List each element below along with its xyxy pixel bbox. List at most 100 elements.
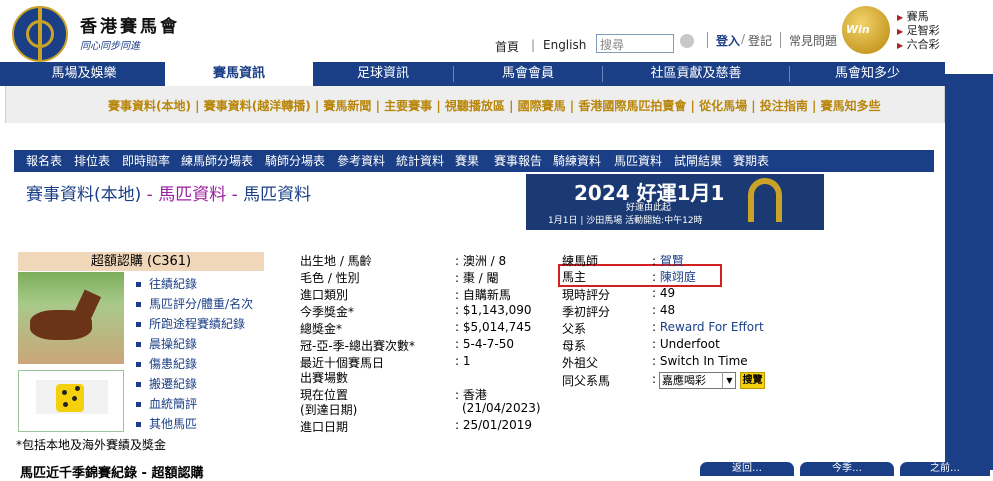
bottom-button-previous[interactable]: 之前… — [900, 462, 990, 476]
breadcrumb-separator: - — [231, 185, 238, 205]
horse-link-other-horses[interactable]: 其他馬匹 — [136, 415, 197, 432]
info-value-text: 香港 — [462, 388, 487, 402]
info-label: 出賽場數 — [300, 371, 349, 385]
breadcrumb-current: 馬匹資料 — [243, 185, 312, 205]
tab-jockey-trainer[interactable]: 騎練資料 — [553, 150, 601, 172]
bullet-icon — [136, 362, 141, 367]
triangle-icon: ▶ — [897, 41, 904, 50]
horse-link-veterinary[interactable]: 傷患紀錄 — [136, 355, 197, 372]
bottom-button-back[interactable]: 返回… — [700, 462, 794, 476]
info-label: 同父系馬 — [562, 374, 611, 388]
win-logo-text: Win — [846, 23, 870, 36]
trainer-link[interactable]: 賀賢 — [660, 254, 684, 268]
breadcrumb-separator: - — [146, 185, 153, 205]
link-separator: / — [741, 32, 746, 46]
info-value: : 自購新馬 — [455, 288, 511, 302]
owner-link[interactable]: 陳翊庭 — [660, 270, 696, 284]
tab-trainer-entries[interactable]: 練馬師分場表 — [181, 150, 253, 172]
silks-dot — [72, 396, 77, 401]
info-value: : 48 — [652, 303, 676, 317]
nav-item-about[interactable]: 馬會知多少 — [790, 62, 945, 86]
info-value-text: 48 — [659, 303, 676, 317]
nav-item-racing-info[interactable]: 賽馬資訊 — [165, 62, 313, 86]
triangle-icon: ▶ — [897, 13, 904, 22]
info-label: 今季獎金* — [300, 305, 355, 319]
search-input[interactable]: 搜尋 — [596, 34, 674, 53]
bottom-button-season[interactable]: 今季… — [800, 462, 894, 476]
prize-note: *包括本地及海外賽績及獎金 — [16, 438, 167, 452]
sire-value: : Reward For Effort — [652, 320, 764, 334]
tab-trial-results[interactable]: 試閘結果 — [674, 150, 722, 172]
divider — [780, 32, 781, 48]
sub-nav-links[interactable]: 賽事資料(本地) | 賽事資料(越洋轉播) | 賽馬新聞 | 主要賽事 | 視聽… — [108, 97, 881, 114]
faq-link[interactable]: 常見問題 — [789, 32, 837, 49]
horse-link-pedigree[interactable]: 血統簡評 — [136, 395, 197, 412]
info-value: : 澳洲 / 8 — [455, 254, 507, 268]
silks-dot — [75, 386, 80, 391]
info-label: 母系 — [562, 339, 587, 353]
info-label: 進口類別 — [300, 288, 349, 302]
divider — [707, 32, 708, 48]
info-value-text: 澳洲 / 8 — [462, 254, 507, 268]
horse-link-label: 馬匹評分/體重/名次 — [149, 297, 254, 311]
info-value-text: 自購新馬 — [462, 288, 511, 302]
org-name: 香港賽馬會 — [80, 17, 180, 37]
search-icon[interactable] — [680, 34, 694, 48]
horse-link-form-record[interactable]: 往績紀錄 — [136, 275, 197, 292]
info-label: 外祖父 — [562, 356, 599, 370]
section-heading: 馬匹近千季錦賽紀錄 - 超額認購 — [20, 466, 204, 481]
tab-racecard[interactable]: 排位表 — [74, 150, 110, 172]
info-value: : 25/01/2019 — [455, 418, 533, 432]
triangle-icon: ▶ — [897, 27, 904, 36]
tab-jockey-entries[interactable]: 騎師分場表 — [265, 150, 325, 172]
login-link[interactable]: 登入 — [716, 32, 740, 49]
bet-link-marksix[interactable]: ▶ 六合彩 — [897, 36, 940, 52]
horse-link-label: 所跑途程賽績紀錄 — [149, 317, 246, 331]
horse-link-rating[interactable]: 馬匹評分/體重/名次 — [136, 295, 253, 312]
info-value: : 5-4-7-50 — [455, 337, 515, 351]
tab-fixtures[interactable]: 賽期表 — [733, 150, 769, 172]
horse-link-label: 往績紀錄 — [149, 277, 198, 291]
silks-dot — [62, 390, 67, 395]
tab-entries[interactable]: 報名表 — [26, 150, 62, 172]
info-label: 父系 — [562, 322, 587, 336]
tab-horse-info[interactable]: 馬匹資料 — [614, 150, 662, 172]
tab-race-report[interactable]: 賽事報告 — [494, 150, 542, 172]
tab-results[interactable]: 賽果 — [455, 150, 479, 172]
tab-statistics[interactable]: 統計資料 — [396, 150, 444, 172]
horse-link-label: 搬遷紀錄 — [149, 377, 198, 391]
info-label: 練馬師 — [562, 254, 599, 268]
sire-link[interactable]: Reward For Effort — [660, 320, 764, 334]
horse-link-trackwork[interactable]: 晨操紀錄 — [136, 335, 197, 352]
info-value: : 棗 / 閹 — [455, 271, 499, 285]
nav-item-membership[interactable]: 馬會會員 — [454, 62, 602, 86]
owner-value: : 陳翊庭 — [652, 270, 696, 284]
nav-item-entertainment[interactable]: 馬場及娛樂 — [5, 62, 163, 86]
info-label: 進口日期 — [300, 420, 349, 434]
tab-reference[interactable]: 參考資料 — [337, 150, 385, 172]
breadcrumb-horse-info[interactable]: 馬匹資料 — [158, 185, 226, 205]
info-value: (21/04/2023) — [462, 401, 541, 415]
register-link[interactable]: 登記 — [748, 32, 772, 49]
hkjc-logo-bar — [38, 8, 42, 60]
nav-item-football-info[interactable]: 足球資訊 — [313, 62, 453, 86]
info-label: 出生地 / 馬齡 — [300, 254, 372, 268]
english-link[interactable]: English — [543, 38, 586, 52]
info-value-text: Switch In Time — [659, 354, 748, 368]
sibling-go-button[interactable]: 搜覽 — [740, 372, 765, 389]
info-label: 總獎金* — [300, 322, 343, 336]
info-value: : 49 — [652, 286, 676, 300]
nav-item-community[interactable]: 社區貢獻及慈善 — [603, 62, 789, 86]
bullet-icon — [136, 322, 141, 327]
horse-link-movement[interactable]: 搬遷紀錄 — [136, 375, 197, 392]
info-label: 冠-亞-季-總出賽次數* — [300, 339, 415, 353]
chevron-down-icon[interactable]: ▼ — [722, 372, 736, 389]
home-link[interactable]: 首頁 — [495, 38, 519, 55]
horse-link-distance-record[interactable]: 所跑途程賽績紀錄 — [136, 315, 245, 332]
info-value-text: Underfoot — [659, 337, 720, 351]
tab-odds[interactable]: 即時賠率 — [122, 150, 170, 172]
info-label: 現時評分 — [562, 288, 611, 302]
info-value: : $1,143,090 — [455, 303, 532, 317]
page-title: 賽事資料(本地) - 馬匹資料 - 馬匹資料 — [26, 180, 311, 205]
info-value: : $5,014,745 — [455, 320, 532, 334]
